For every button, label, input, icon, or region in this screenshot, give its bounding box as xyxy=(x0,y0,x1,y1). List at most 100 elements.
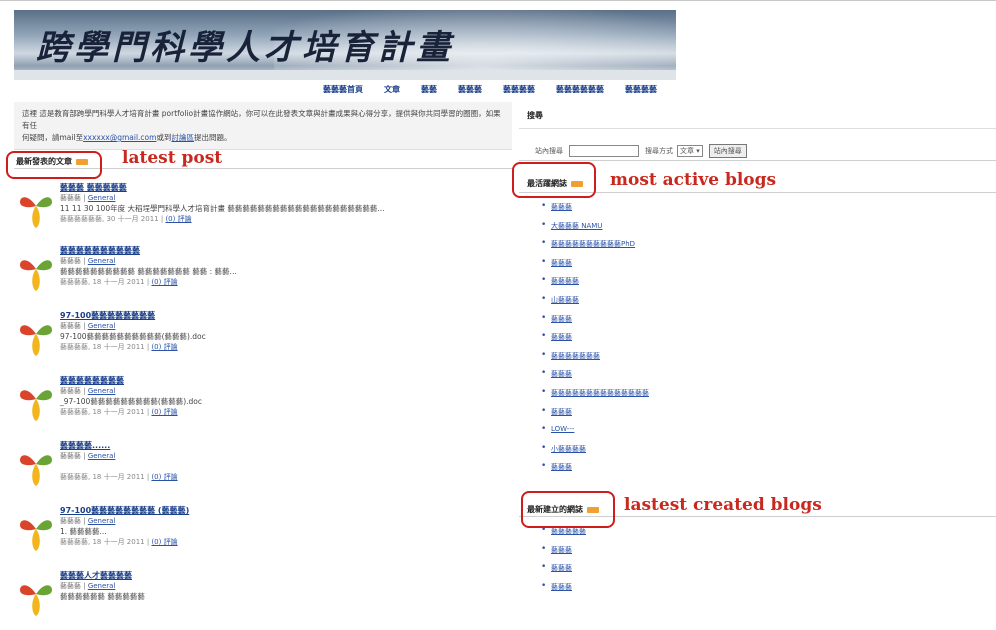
search-input[interactable] xyxy=(569,145,639,157)
blog-link[interactable]: 藝藝藝 xyxy=(541,313,649,333)
post-date: 藝藝藝藝, 18 十一月 2011 xyxy=(60,408,145,416)
post-comments-link[interactable]: (0) 評論 xyxy=(165,215,191,223)
annotation-latest-post: latest post xyxy=(122,148,223,168)
post-category-link[interactable]: General xyxy=(88,194,116,202)
post-meta: 藝藝藝 | General xyxy=(60,582,116,590)
post-title-link[interactable]: 藝藝藝 藝藝藝藝藝 xyxy=(60,182,127,193)
blog-link[interactable]: LOW--- xyxy=(541,424,649,444)
post-author: 藝藝藝 xyxy=(60,257,81,265)
banner-strip xyxy=(14,70,676,80)
post-excerpt: 藝藝藝藝藝藝藝藝藝藝 藝藝藝藝藝藝藝 藝藝 : 藝藝... xyxy=(60,267,237,276)
nav-item-articles[interactable]: 文章 xyxy=(384,84,400,98)
post-excerpt: 藝藝藝藝藝藝 藝藝藝藝藝 xyxy=(60,592,145,601)
post-footer: 藝藝藝藝, 18 十一月 2011 | (0) 評論 xyxy=(60,538,178,546)
post-title-link[interactable]: 97-100藝藝藝藝藝藝藝藝 (藝藝藝) xyxy=(60,505,189,516)
contact-email-link[interactable]: xxxxxx@gmail.com xyxy=(83,133,156,142)
search-type-label: 搜尋方式 xyxy=(645,147,673,155)
blog-link[interactable]: 藝藝藝 xyxy=(541,581,586,601)
post-title-link[interactable]: 97-100藝藝藝藝藝藝藝藝 xyxy=(60,310,155,321)
blog-link[interactable]: 藝藝藝藝 xyxy=(541,275,649,295)
program-logo-icon xyxy=(20,520,52,551)
intro-text-3: 或到 xyxy=(156,133,172,142)
post-title-link[interactable]: 藝藝藝藝藝藝藝藝藝藝 xyxy=(60,245,140,256)
post-author: 藝藝藝 xyxy=(60,387,81,395)
blog-link[interactable]: 小藝藝藝藝 xyxy=(541,443,649,463)
nav-item-3[interactable]: 藝藝藝 xyxy=(458,84,482,98)
post-author: 藝藝藝 xyxy=(60,194,81,202)
post-excerpt: 1. 藝藝藝藝... xyxy=(60,527,107,536)
post-comments-link[interactable]: (0) 評論 xyxy=(151,473,177,481)
post-category-link[interactable]: General xyxy=(88,452,116,460)
post-item: 藝藝藝人才藝藝藝藝 藝藝藝 | General 藝藝藝藝藝藝 藝藝藝藝藝 xyxy=(14,570,484,630)
blog-link[interactable]: 藝藝藝 xyxy=(541,544,586,564)
blog-link[interactable]: 藝藝藝 xyxy=(541,406,649,426)
post-comments-link[interactable]: (0) 評論 xyxy=(151,278,177,286)
post-title-link[interactable]: 藝藝藝人才藝藝藝藝 xyxy=(60,570,132,581)
annotation-box-most-active xyxy=(512,162,596,198)
post-category-link[interactable]: General xyxy=(88,387,116,395)
post-item: 藝藝藝 藝藝藝藝藝 藝藝藝 | General 11 11 30 100年度 大… xyxy=(14,182,484,242)
post-author: 藝藝藝 xyxy=(60,322,81,330)
post-item: 97-100藝藝藝藝藝藝藝藝 (藝藝藝) 藝藝藝 | General 1. 藝藝… xyxy=(14,505,484,565)
post-footer: 藝藝藝藝, 18 十一月 2011 | (0) 評論 xyxy=(60,408,178,416)
divider xyxy=(519,160,996,161)
post-meta: 藝藝藝 | General xyxy=(60,322,116,330)
program-logo-icon xyxy=(20,585,52,616)
site-title: 跨學門科學人才培育計畫 xyxy=(36,28,454,68)
post-footer: 藝藝藝藝, 18 十一月 2011 | (0) 評論 xyxy=(60,278,178,286)
post-item: 97-100藝藝藝藝藝藝藝藝 藝藝藝 | General 97-100藝藝藝藝藝… xyxy=(14,310,484,370)
blog-link[interactable]: 藝藝藝 xyxy=(541,257,649,277)
blog-link[interactable]: 藝藝藝 xyxy=(541,368,649,388)
post-category-link[interactable]: General xyxy=(88,322,116,330)
post-category-link[interactable]: General xyxy=(88,517,116,525)
search-label: 站內搜尋 xyxy=(535,147,563,155)
most-active-list: 藝藝藝 大藝藝藝 NAMU 藝藝藝藝藝藝藝藝藝藝PhD 藝藝藝 藝藝藝藝 山藝藝… xyxy=(541,201,649,481)
blog-link[interactable]: 藝藝藝 xyxy=(541,562,586,582)
post-item: 藝藝藝藝藝藝藝藝藝藝 藝藝藝 | General 藝藝藝藝藝藝藝藝藝藝 藝藝藝藝… xyxy=(14,245,484,305)
post-meta: 藝藝藝 | General xyxy=(60,517,116,525)
post-comments-link[interactable]: (0) 評論 xyxy=(151,343,177,351)
blog-link[interactable]: 藝藝藝藝藝藝藝藝藝藝藝藝藝藝 xyxy=(541,387,649,407)
new-blogs-list: 藝藝藝藝藝 藝藝藝 藝藝藝 藝藝藝 xyxy=(541,525,586,601)
program-logo-icon xyxy=(20,325,52,356)
intro-text: 這裡 這是教育部跨學門科學人才培育計畫 portfolio計畫協作網站，你可以在… xyxy=(22,109,501,130)
nav-item-blogs[interactable]: 藝藝 xyxy=(421,84,437,98)
post-item: 藝藝藝藝...... 藝藝藝 | General 藝藝藝藝, 18 十一月 20… xyxy=(14,440,484,500)
post-excerpt: 11 11 30 100年度 大稻埕學門科學人才培育計畫 藝藝藝藝藝藝藝藝藝藝藝… xyxy=(60,204,385,213)
post-excerpt: _97-100藝藝藝藝藝藝藝藝藝(藝藝藝).doc xyxy=(60,397,203,406)
program-logo-icon xyxy=(20,390,52,421)
blog-link[interactable]: 藝藝藝藝藝藝藝藝藝藝PhD xyxy=(541,238,649,258)
nav-item-5[interactable]: 藝藝藝藝藝藝 xyxy=(556,84,604,98)
program-logo-icon xyxy=(20,455,52,486)
main-nav: 藝藝藝首頁 文章 藝藝 藝藝藝 藝藝藝藝 藝藝藝藝藝藝 藝藝藝藝 xyxy=(323,84,678,98)
post-category-link[interactable]: General xyxy=(88,582,116,590)
annotation-box-latest-post xyxy=(6,151,102,179)
site-banner: 跨學門科學人才培育計畫 xyxy=(14,10,676,80)
post-comments-link[interactable]: (0) 評論 xyxy=(151,408,177,416)
blog-link[interactable]: 大藝藝藝 NAMU xyxy=(541,220,649,240)
program-logo-icon xyxy=(20,260,52,291)
search-type-select[interactable]: 文章 ▾ xyxy=(677,145,703,157)
post-excerpt: 97-100藝藝藝藝藝藝藝藝藝藝(藝藝藝).doc xyxy=(60,332,206,341)
blog-link[interactable]: 藝藝藝 xyxy=(541,201,649,221)
intro-text-2: 何疑問，請mail至 xyxy=(22,133,84,142)
blog-link[interactable]: 藝藝藝藝藝藝藝 xyxy=(541,350,649,370)
search-heading: 搜尋 xyxy=(527,111,543,120)
forum-link[interactable]: 討論區 xyxy=(171,133,194,142)
nav-item-home[interactable]: 藝藝藝首頁 xyxy=(323,84,363,98)
blog-link[interactable]: 藝藝藝 xyxy=(541,461,649,481)
post-title-link[interactable]: 藝藝藝藝藝藝藝藝 xyxy=(60,375,124,386)
blog-link[interactable]: 藝藝藝藝藝 xyxy=(541,525,586,545)
post-date: 藝藝藝藝, 18 十一月 2011 xyxy=(60,343,145,351)
post-footer: 藝藝藝藝, 18 十一月 2011 | (0) 評論 xyxy=(60,473,178,481)
search-button[interactable]: 站內搜尋 xyxy=(708,144,747,158)
annotation-latest-created: lastest created blogs xyxy=(624,495,822,515)
post-title-link[interactable]: 藝藝藝藝...... xyxy=(60,440,110,451)
post-category-link[interactable]: General xyxy=(88,257,116,265)
blog-link[interactable]: 藝藝藝 xyxy=(541,331,649,351)
nav-item-6[interactable]: 藝藝藝藝 xyxy=(625,84,657,98)
nav-item-4[interactable]: 藝藝藝藝 xyxy=(503,84,535,98)
post-comments-link[interactable]: (0) 評論 xyxy=(151,538,177,546)
post-footer: 藝藝藝藝, 18 十一月 2011 | (0) 評論 xyxy=(60,343,178,351)
blog-link[interactable]: 山藝藝藝 xyxy=(541,294,649,314)
